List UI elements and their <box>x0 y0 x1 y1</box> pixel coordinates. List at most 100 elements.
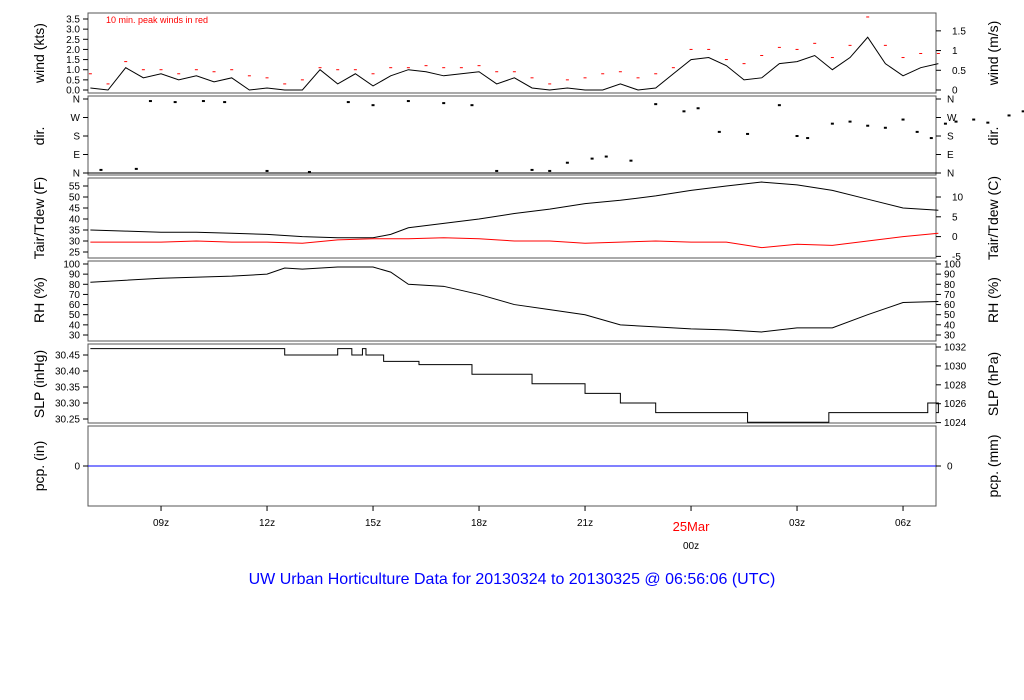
direction-point <box>1007 114 1011 117</box>
direction-point <box>654 103 658 106</box>
ylabel-right: Tair/Tdew (C) <box>985 176 1001 260</box>
direction-point <box>530 168 534 171</box>
y-tick-label: 30.45 <box>55 351 80 362</box>
direction-point <box>134 167 138 170</box>
y-tick-label: 50 <box>69 310 81 321</box>
y-tick-label-right: W <box>947 113 957 124</box>
y-tick-label: 45 <box>69 204 81 215</box>
y-tick-label: N <box>73 169 80 180</box>
y-tick-label-right: N <box>947 95 954 106</box>
y-tick-label-right: 30 <box>944 331 956 342</box>
direction-point <box>806 137 810 140</box>
y-tick-label-right: 70 <box>944 290 956 301</box>
x-tick-label: 15z <box>365 518 381 529</box>
y-tick-label: 30 <box>69 331 81 342</box>
y-tick-label-right: 1026 <box>944 399 967 410</box>
direction-point <box>746 132 750 135</box>
y-tick-label-right: 10 <box>952 193 964 204</box>
direction-point <box>99 168 103 171</box>
y-tick-label-right: S <box>947 132 954 143</box>
y-tick-label-right: 0.5 <box>952 66 966 77</box>
y-tick-label: 100 <box>63 260 80 271</box>
slp-step-line <box>90 348 939 423</box>
y-tick-label-right: 1024 <box>944 418 967 429</box>
y-tick-label: 3.5 <box>66 15 80 26</box>
y-tick-label: 0 <box>74 462 80 473</box>
y-tick-label-right: 1028 <box>944 380 967 391</box>
direction-point <box>901 118 905 121</box>
y-tick-label-right: 0 <box>947 462 953 473</box>
x-tick-label: 09z <box>153 518 169 529</box>
y-tick-label-right: 100 <box>944 260 961 271</box>
y-tick-label: 30.35 <box>55 383 80 394</box>
y-tick-label: 40 <box>69 320 81 331</box>
ylabel-left: wind (kts) <box>31 23 47 84</box>
direction-point <box>795 135 799 137</box>
ylabel-left: SLP (inHg) <box>31 350 47 418</box>
y-tick-label: W <box>71 113 81 124</box>
y-tick-label: 60 <box>69 300 81 311</box>
y-tick-label: 2.5 <box>66 35 80 46</box>
y-tick-label: 30.25 <box>55 415 80 426</box>
x-tick-label: 12z <box>259 518 275 529</box>
direction-point <box>406 100 410 103</box>
meteogram: 0.00.51.01.52.02.53.03.500.511.510 min. … <box>31 12 1024 588</box>
panel-frame-3 <box>87 260 937 342</box>
y-tick-label-right: 1032 <box>944 343 967 354</box>
panel-frame-0 <box>87 12 937 94</box>
direction-point <box>265 169 269 172</box>
y-tick-label-right: 1 <box>952 46 958 57</box>
direction-point <box>148 100 152 103</box>
y-tick-label-right: 80 <box>944 280 956 291</box>
y-tick-label: 0.5 <box>66 75 80 86</box>
y-tick-label: 30.30 <box>55 399 80 410</box>
direction-point <box>915 130 919 133</box>
x-tick-label: 03z <box>789 518 805 529</box>
y-tick-label: 35 <box>69 226 81 237</box>
chart-root: 0.0 0.5 1.0 1.5 2.0 2.5 3.0 3.5 0 0.5 1 1.5 10 min. … <box>0 0 1024 700</box>
direction-point <box>848 120 852 123</box>
direction-point <box>866 124 870 127</box>
panel-frame-4 <box>87 343 937 424</box>
direction-point <box>986 121 990 124</box>
direction-point <box>173 101 177 104</box>
y-tick-label: 55 <box>69 182 81 193</box>
y-tick-label-right: N <box>947 169 954 180</box>
direction-point <box>470 104 474 107</box>
ylabel-left: Tair/Tdew (F) <box>31 177 47 259</box>
chart-title: UW Urban Horticulture Data for 20130324 … <box>249 571 776 588</box>
direction-point <box>346 101 350 104</box>
y-tick-label: S <box>73 132 80 143</box>
y-tick-label: 2.0 <box>66 45 80 56</box>
y-tick-label-right: 5 <box>952 212 958 223</box>
y-tick-label: 3.0 <box>66 25 80 36</box>
x-tick-label: 21z <box>577 518 593 529</box>
ylabel-right: pcp. (mm) <box>985 435 1001 498</box>
y-tick-label-right: E <box>947 150 954 161</box>
y-tick-label-right: 50 <box>944 310 956 321</box>
y-tick-label-right: 1030 <box>944 361 967 372</box>
peak-wind-note: 10 min. peak winds in red <box>106 15 208 25</box>
direction-point <box>883 126 887 129</box>
direction-point <box>777 104 781 107</box>
wind-speed-line <box>90 36 939 91</box>
panel-frame-1 <box>87 95 937 176</box>
direction-point <box>830 122 834 125</box>
date-label: 25Mar <box>673 519 711 534</box>
direction-point <box>717 130 721 133</box>
direction-point <box>201 100 205 103</box>
direction-point <box>442 102 446 105</box>
ylabel-right: RH (%) <box>985 277 1001 323</box>
y-tick-label: 30.40 <box>55 367 80 378</box>
x-tick-label: 18z <box>471 518 487 529</box>
x-tick-label: 00z <box>683 541 699 552</box>
direction-point <box>929 137 933 140</box>
y-tick-label: 1.0 <box>66 65 80 76</box>
direction-point <box>972 118 976 121</box>
rh-line <box>90 266 939 333</box>
panel-frame-2 <box>87 177 937 259</box>
y-tick-label: 90 <box>69 270 81 281</box>
ylabel-right: wind (m/s) <box>985 21 1001 87</box>
tair-line <box>90 181 939 239</box>
y-tick-label: 40 <box>69 215 81 226</box>
